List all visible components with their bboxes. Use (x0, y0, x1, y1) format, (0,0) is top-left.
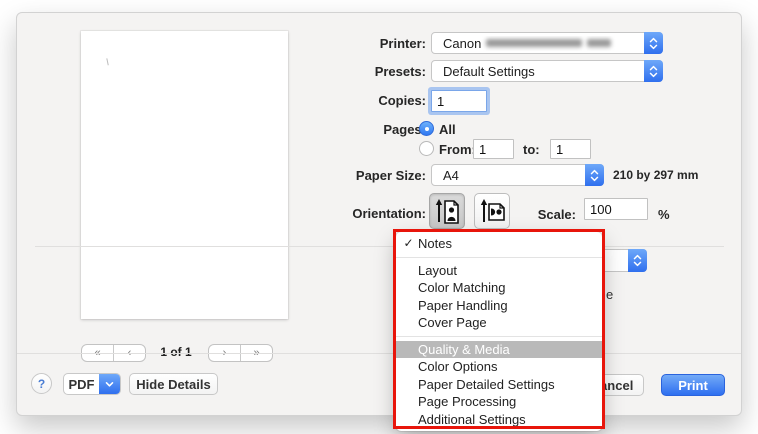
help-button[interactable]: ? (31, 373, 52, 394)
menu-item-label: Paper Detailed Settings (418, 377, 555, 392)
menu-item-label: Color Matching (418, 280, 505, 295)
menu-item-label: Color Options (418, 359, 497, 374)
scale-label: Scale: (511, 207, 576, 222)
paper-size-dimensions: 210 by 297 mm (613, 168, 698, 182)
pages-from-label: From: (439, 142, 476, 157)
orientation-label: Orientation: (321, 206, 426, 221)
menu-item-color-options[interactable]: Color Options (396, 358, 602, 376)
portrait-icon (434, 197, 460, 225)
printer-name-redacted (587, 39, 611, 47)
clipped-pane-text: e (606, 287, 613, 302)
menu-item-color-matching[interactable]: Color Matching (396, 279, 602, 297)
menu-item-layout[interactable]: Layout (396, 262, 602, 280)
orientation-portrait-button[interactable] (429, 193, 465, 229)
popup-chevrons-icon (644, 32, 663, 54)
menu-item-label: Layout (418, 263, 457, 278)
landscape-icon (479, 197, 505, 225)
menu-item-notes[interactable]: ✓ Notes (396, 235, 602, 253)
checkmark-icon: ✓ (401, 235, 416, 253)
pages-to-input[interactable] (550, 139, 591, 159)
presets-popup-value: Default Settings (432, 64, 644, 79)
pdf-label: PDF (64, 374, 99, 394)
menu-item-paper-detailed-settings[interactable]: Paper Detailed Settings (396, 376, 602, 394)
printer-popup-value: Canon (443, 36, 481, 51)
form-separator (35, 246, 724, 247)
presets-popup[interactable]: Default Settings (431, 60, 663, 82)
menu-separator (396, 332, 602, 341)
scale-input[interactable] (584, 198, 648, 220)
print-dialog: « ‹ 1 of 1 › » Printer: Canon Presets: D… (16, 12, 742, 416)
hide-details-button[interactable]: Hide Details (129, 373, 218, 395)
menu-item-label: Page Processing (418, 394, 516, 409)
popup-chevrons-icon (628, 249, 647, 272)
pages-to-label: to: (523, 142, 540, 157)
preview-content-mark (106, 58, 111, 66)
copies-label: Copies: (321, 93, 426, 108)
copies-input[interactable] (431, 90, 487, 112)
menu-item-label: Cover Page (418, 315, 487, 330)
footer-separator (17, 353, 741, 354)
popup-chevrons-icon (585, 164, 604, 186)
scale-unit-label: % (658, 207, 670, 222)
menu-item-label: Additional Settings (418, 412, 526, 427)
pages-from-radio[interactable] (419, 141, 434, 156)
menu-item-label: Paper Handling (418, 298, 508, 313)
menu-item-label: Quality & Media (418, 342, 510, 357)
printer-label: Printer: (321, 36, 426, 51)
print-button[interactable]: Print (661, 374, 725, 396)
menu-item-quality-media[interactable]: Quality & Media (396, 341, 602, 359)
paper-size-popup-value: A4 (432, 168, 585, 183)
pages-all-radio[interactable] (419, 121, 434, 136)
chevron-down-icon (99, 374, 120, 394)
printer-popup[interactable]: Canon (431, 32, 663, 54)
presets-label: Presets: (321, 64, 426, 79)
menu-item-cover-page[interactable]: Cover Page (396, 314, 602, 332)
pages-from-input[interactable] (473, 139, 514, 159)
popup-chevrons-icon (644, 60, 663, 82)
paper-size-popup[interactable]: A4 (431, 164, 604, 186)
pages-label: Pages: (321, 122, 426, 137)
pdf-menu-button[interactable]: PDF (63, 373, 121, 395)
printer-name-redacted (486, 39, 582, 47)
paper-size-label: Paper Size: (321, 168, 426, 183)
menu-item-additional-settings[interactable]: Additional Settings (396, 411, 602, 429)
menu-item-paper-handling[interactable]: Paper Handling (396, 297, 602, 315)
orientation-landscape-button[interactable] (474, 193, 510, 229)
menu-separator (396, 253, 602, 262)
settings-pane-menu: ✓ Notes Layout Color Matching Paper Hand… (396, 232, 602, 431)
page-indicator: 1 of 1 (144, 345, 208, 359)
screenshot-canvas: « ‹ 1 of 1 › » Printer: Canon Presets: D… (0, 0, 758, 434)
menu-item-label: Notes (418, 236, 452, 251)
print-preview-page (81, 31, 288, 319)
menu-item-page-processing[interactable]: Page Processing (396, 393, 602, 411)
pages-all-label: All (439, 122, 456, 137)
